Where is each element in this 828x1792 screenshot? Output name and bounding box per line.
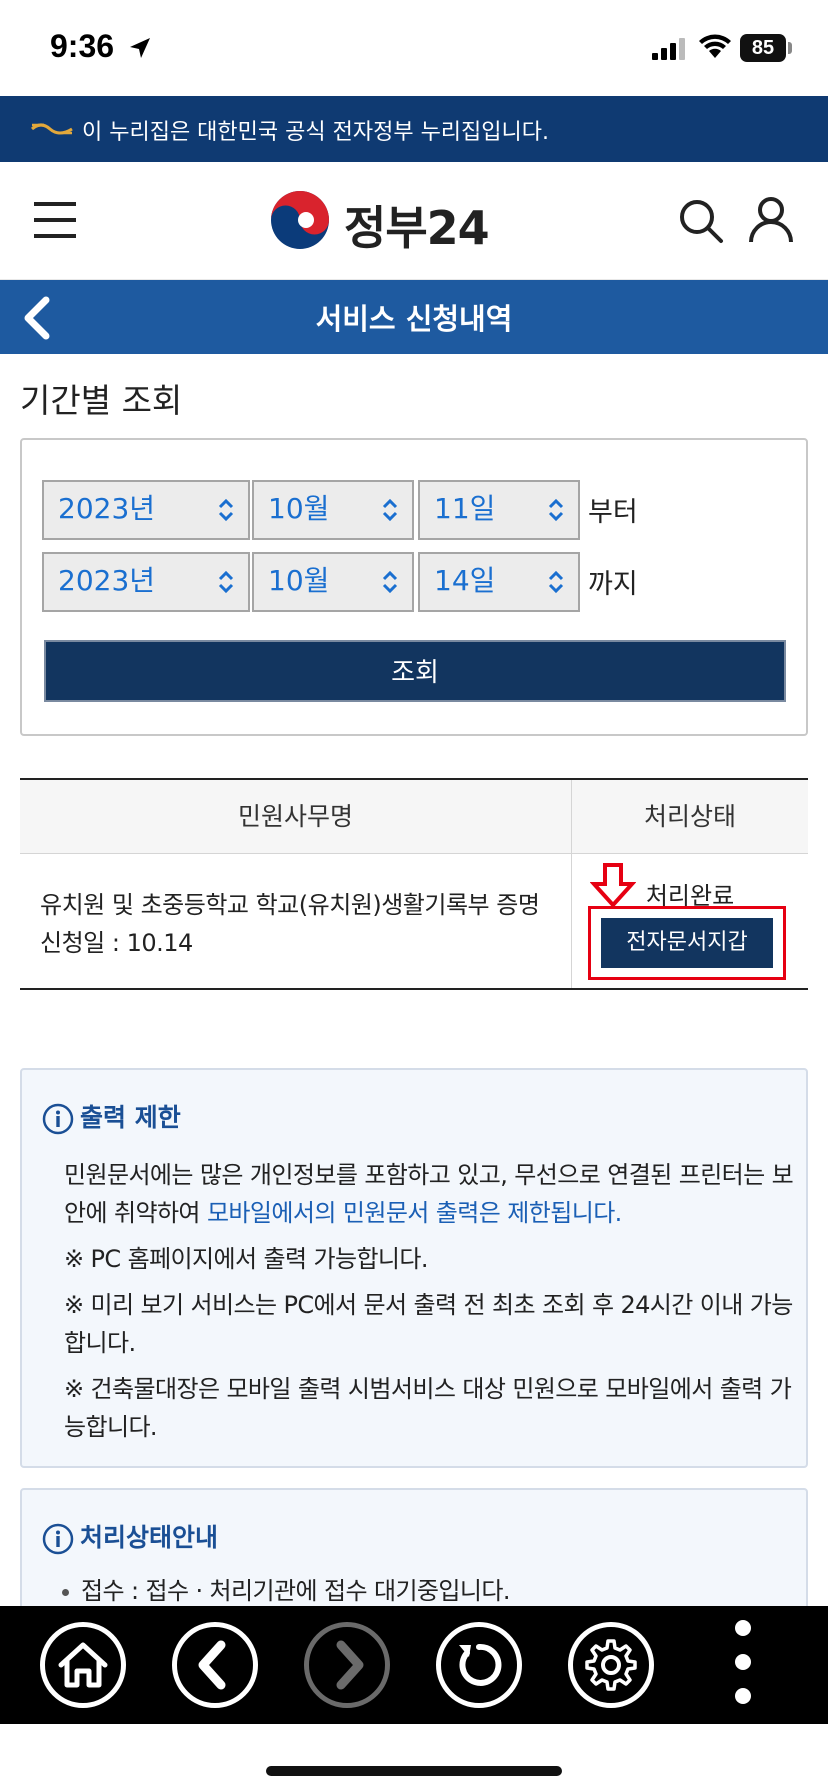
notice-paragraph: 민원문서에는 많은 개인정보를 포함하고 있고, 무선으로 연결된 프린터는 보… bbox=[64, 1156, 794, 1232]
to-day-value: 14일 bbox=[434, 564, 496, 597]
to-year-select[interactable]: 2023년 bbox=[42, 552, 250, 612]
from-month-select[interactable]: 10월 bbox=[252, 480, 414, 540]
info-icon bbox=[42, 1523, 74, 1555]
notice-line: ※ 건축물대장은 모바일 출력 시범서비스 대상 민원으로 모바일에서 출력 가… bbox=[64, 1375, 792, 1441]
to-day-select[interactable]: 14일 bbox=[418, 552, 580, 612]
settings-button[interactable] bbox=[568, 1622, 654, 1708]
select-chevron-icon bbox=[218, 498, 234, 522]
site-logo-text[interactable]: 정부24 bbox=[344, 192, 490, 258]
from-month-value: 10월 bbox=[268, 492, 330, 525]
from-year-select[interactable]: 2023년 bbox=[42, 480, 250, 540]
reload-button[interactable] bbox=[436, 1622, 522, 1708]
list-item-text: 접수 : 접수 · 처리기관에 접수 대기중입니다. bbox=[81, 1577, 510, 1605]
select-chevron-icon bbox=[548, 498, 564, 522]
application-date: 신청일 : 10.14 bbox=[40, 929, 193, 957]
search-icon[interactable] bbox=[678, 198, 724, 244]
select-chevron-icon bbox=[382, 570, 398, 594]
page-title: 서비스 신청내역 bbox=[315, 302, 513, 336]
select-chevron-icon bbox=[382, 498, 398, 522]
forward-button[interactable] bbox=[304, 1622, 390, 1708]
list-item: 접수 : 접수 · 처리기관에 접수 대기중입니다. bbox=[62, 1572, 792, 1610]
select-chevron-icon bbox=[218, 570, 234, 594]
home-indicator[interactable] bbox=[266, 1766, 562, 1776]
table-header-row: 민원사무명 처리상태 bbox=[20, 780, 808, 854]
date-filter-panel: 2023년 10월 11일 부터 2023년 10월 14일 까지 조회 bbox=[20, 438, 808, 736]
from-year-value: 2023년 bbox=[58, 492, 156, 525]
col-header-name: 민원사무명 bbox=[237, 802, 353, 831]
cellular-signal-icon bbox=[652, 38, 685, 60]
status-time: 9:36 bbox=[50, 28, 115, 64]
application-info: 유치원 및 초중등학교 학교(유치원)생활기록부 증명 신청일 : 10.14 bbox=[40, 886, 540, 962]
back-button[interactable] bbox=[172, 1622, 258, 1708]
location-arrow-icon bbox=[130, 38, 150, 58]
to-month-value: 10월 bbox=[268, 564, 330, 597]
to-suffix: 까지 bbox=[588, 569, 638, 600]
notice-highlight: 모바일에서의 민원문서 출력은 제한됩니다. bbox=[206, 1199, 622, 1227]
print-restriction-notice: 출력 제한 민원문서에는 많은 개인정보를 포함하고 있고, 무선으로 연결된 … bbox=[20, 1068, 808, 1468]
gov-banner[interactable]: 이 누리집은 대한민국 공식 전자정부 누리집입니다. bbox=[0, 96, 828, 162]
e-document-wallet-button[interactable]: 전자문서지갑 bbox=[601, 918, 773, 968]
from-day-value: 11일 bbox=[434, 492, 496, 525]
back-arrow-icon bbox=[198, 1640, 226, 1690]
search-button[interactable]: 조회 bbox=[44, 640, 786, 702]
notice-title: 출력 제한 bbox=[80, 1103, 181, 1132]
site-header: 정부24 bbox=[0, 162, 828, 280]
browser-toolbar bbox=[0, 1606, 828, 1724]
home-button[interactable] bbox=[40, 1622, 126, 1708]
section-title: 기간별 조회 bbox=[20, 381, 183, 420]
from-suffix: 부터 bbox=[588, 497, 638, 528]
wifi-icon bbox=[699, 34, 731, 58]
gov-emblem-icon bbox=[31, 123, 73, 135]
reload-icon bbox=[459, 1643, 502, 1686]
more-icon[interactable] bbox=[728, 1620, 758, 1710]
to-month-select[interactable]: 10월 bbox=[252, 552, 414, 612]
gov-banner-text: 이 누리집은 대한민국 공식 전자정부 누리집입니다. bbox=[82, 120, 550, 145]
table-row: 유치원 및 초중등학교 학교(유치원)생활기록부 증명 신청일 : 10.14 … bbox=[20, 854, 808, 988]
notice-line: ※ 미리 보기 서비스는 PC에서 문서 출력 전 최초 조회 후 24시간 이… bbox=[64, 1291, 793, 1357]
battery-icon: 85 bbox=[740, 34, 786, 62]
notice-heading: 처리상태안내 bbox=[42, 1518, 218, 1555]
user-icon[interactable] bbox=[748, 196, 794, 244]
from-day-select[interactable]: 11일 bbox=[418, 480, 580, 540]
select-chevron-icon bbox=[548, 570, 564, 594]
settings-icon bbox=[585, 1639, 637, 1691]
forward-arrow-icon bbox=[336, 1640, 364, 1690]
home-icon bbox=[58, 1642, 108, 1688]
notice-line: ※ PC 홈페이지에서 출력 가능합니다. bbox=[64, 1245, 429, 1273]
menu-icon[interactable] bbox=[34, 202, 76, 238]
info-icon bbox=[42, 1103, 74, 1135]
column-divider bbox=[571, 854, 572, 988]
notice-title: 처리상태안내 bbox=[80, 1523, 219, 1552]
highlight-box: 전자문서지갑 bbox=[588, 906, 786, 980]
application-name[interactable]: 유치원 및 초중등학교 학교(유치원)생활기록부 증명 bbox=[40, 886, 540, 924]
col-header-status: 처리상태 bbox=[643, 802, 736, 831]
home-indicator-area bbox=[0, 1724, 828, 1792]
taegeuk-logo[interactable] bbox=[270, 190, 330, 250]
status-bar: 9:36 85 bbox=[0, 0, 828, 96]
to-year-value: 2023년 bbox=[58, 564, 156, 597]
bullet bbox=[62, 1588, 69, 1596]
result-table: 민원사무명 처리상태 유치원 및 초중등학교 학교(유치원)생활기록부 증명 신… bbox=[20, 778, 808, 990]
battery-tip bbox=[788, 42, 792, 54]
page-title-bar: 서비스 신청내역 bbox=[0, 280, 828, 354]
notice-heading: 출력 제한 bbox=[42, 1098, 181, 1135]
